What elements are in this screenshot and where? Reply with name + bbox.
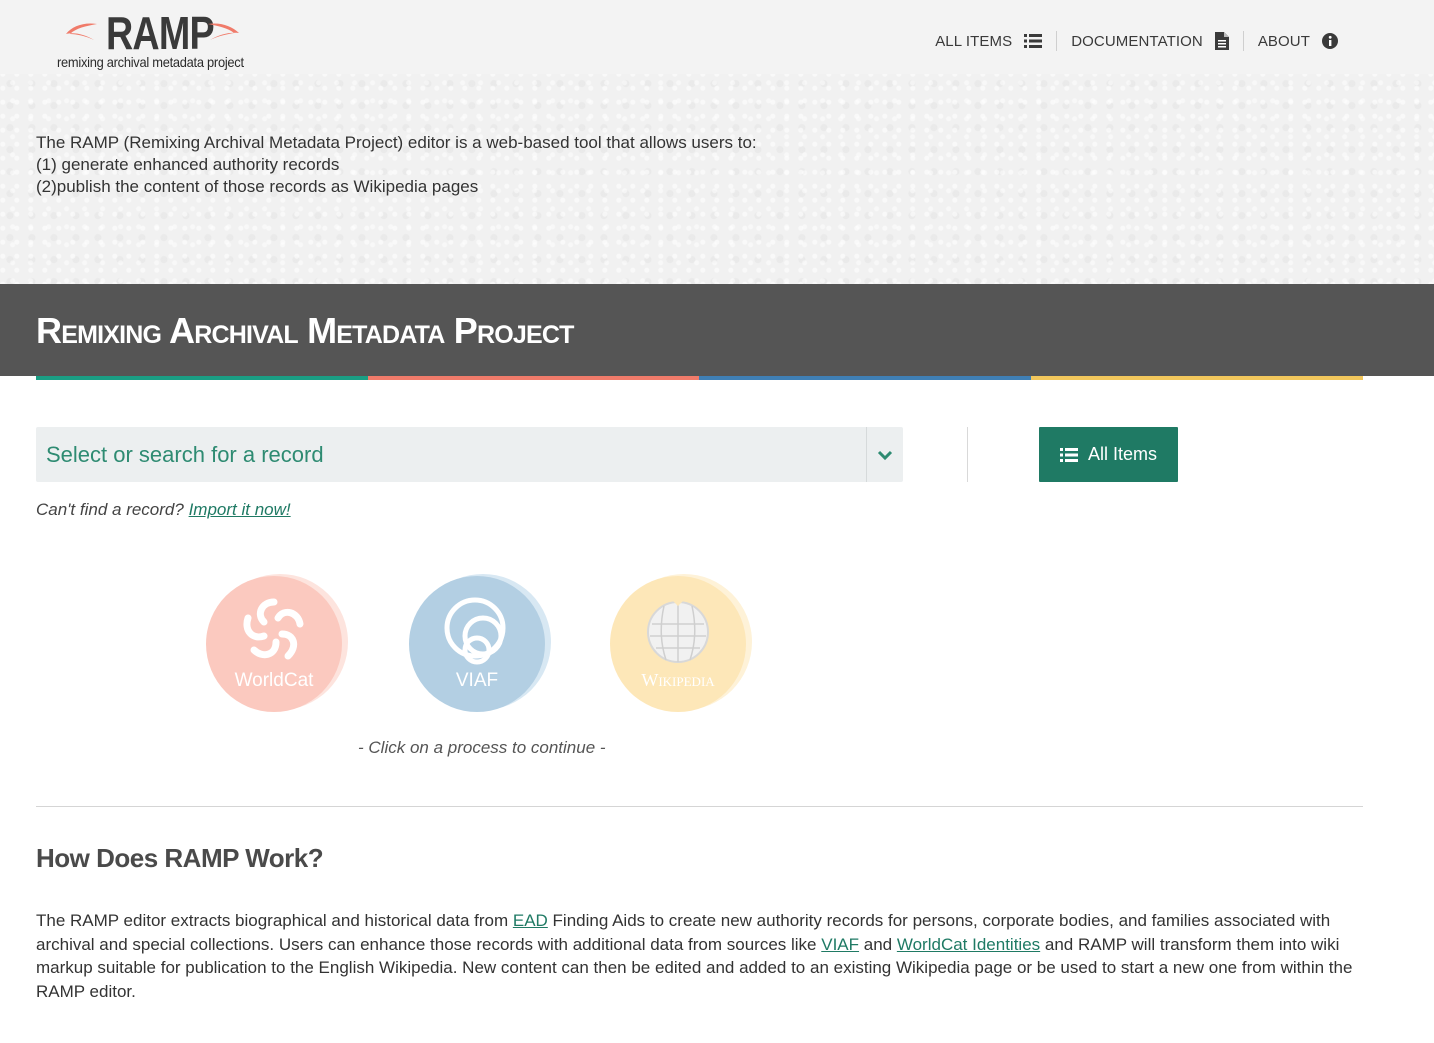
all-items-button[interactable]: All Items: [1039, 427, 1178, 482]
ead-link[interactable]: EAD: [513, 911, 548, 930]
worldcat-icon: [206, 594, 342, 666]
list-icon: [1024, 34, 1043, 48]
how-text-part: and: [859, 934, 897, 954]
logo-word: RAMP: [106, 7, 215, 59]
color-stripe: [699, 376, 1031, 380]
intro-line: (1) generate enhanced authority records: [36, 155, 340, 174]
wikipedia-globe-icon: [610, 594, 746, 666]
logo-left-arrow-icon: [64, 20, 98, 49]
main-nav: ALL ITEMS DOCUMENTATION ABOUT: [921, 30, 1352, 52]
vertical-divider: [967, 427, 968, 482]
chevron-down-icon[interactable]: [867, 449, 903, 461]
color-stripe: [368, 376, 699, 380]
import-prompt: Can't find a record? Import it now!: [36, 500, 291, 520]
how-it-works-heading: How Does RAMP Work?: [36, 843, 324, 873]
intro-text: The RAMP (Remixing Archival Metadata Pro…: [36, 132, 757, 198]
logo-subtitle: remixing archival metadata project: [57, 54, 244, 70]
info-icon: [1322, 33, 1338, 49]
document-icon: [1214, 32, 1229, 50]
list-icon: [1059, 447, 1078, 462]
import-prompt-text: Can't find a record?: [36, 500, 184, 519]
top-navbar: RAMP remixing archival metadata project …: [0, 0, 1434, 74]
nav-all-items[interactable]: ALL ITEMS: [921, 33, 1056, 50]
nav-about-label: ABOUT: [1257, 32, 1310, 50]
import-link[interactable]: Import it now!: [189, 500, 291, 519]
process-label: WorldCat: [234, 670, 314, 691]
process-label: Wikipedia: [641, 670, 715, 690]
color-stripe: [36, 376, 368, 380]
how-text-part: The RAMP editor extracts biographical an…: [36, 911, 513, 930]
nav-documentation[interactable]: DOCUMENTATION: [1057, 32, 1243, 50]
nav-documentation-label: DOCUMENTATION: [1071, 32, 1203, 50]
process-viaf[interactable]: VIAF: [409, 574, 551, 714]
section-divider: [36, 806, 1363, 807]
color-stripe: [1031, 376, 1363, 380]
process-wikipedia[interactable]: Wikipedia: [610, 574, 752, 714]
ramp-logo[interactable]: RAMP remixing archival metadata project: [56, 6, 256, 72]
process-hint: - Click on a process to continue -: [358, 738, 606, 757]
viaf-link[interactable]: VIAF: [821, 935, 859, 954]
process-label: VIAF: [455, 670, 499, 691]
title-band: Remixing Archival Metadata Project: [0, 284, 1434, 376]
page-title: Remixing Archival Metadata Project: [36, 310, 574, 351]
process-worldcat[interactable]: WorldCat: [206, 574, 348, 714]
record-search-select[interactable]: Select or search for a record: [36, 427, 903, 482]
all-items-button-label: All Items: [1087, 444, 1157, 464]
viaf-icon: [409, 594, 545, 666]
logo-right-arrow-icon: [206, 20, 242, 49]
search-placeholder: Select or search for a record: [46, 441, 324, 467]
nav-about[interactable]: ABOUT: [1244, 33, 1352, 50]
how-it-works-text: The RAMP editor extracts biographical an…: [36, 909, 1366, 1003]
intro-line: The RAMP (Remixing Archival Metadata Pro…: [36, 133, 757, 152]
worldcat-identities-link[interactable]: WorldCat Identities: [897, 935, 1040, 954]
nav-all-items-label: ALL ITEMS: [935, 32, 1013, 50]
intro-line: (2)publish the content of those records …: [36, 177, 479, 196]
